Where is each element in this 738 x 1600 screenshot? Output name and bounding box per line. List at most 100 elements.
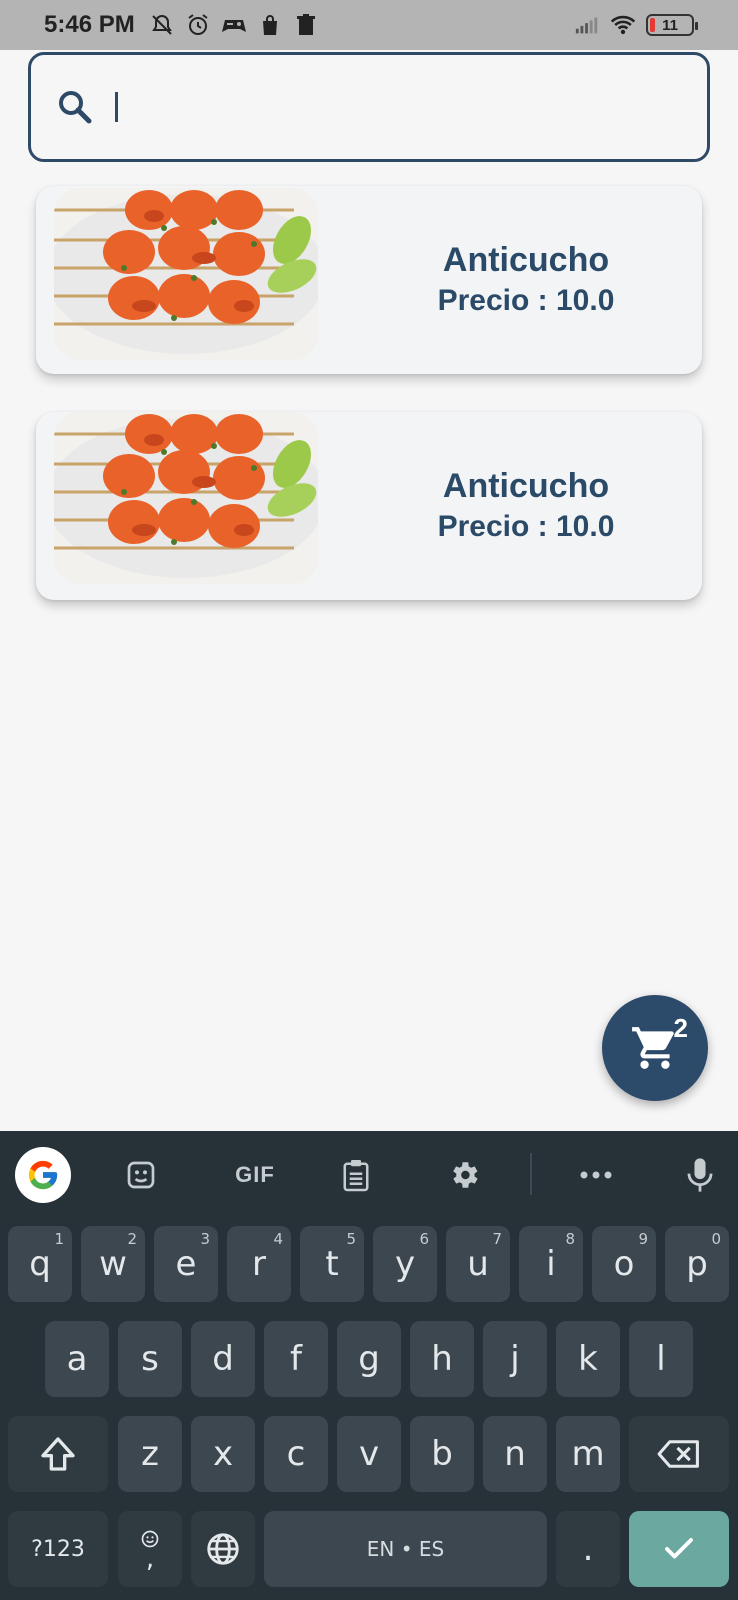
shift-icon	[41, 1437, 75, 1471]
microphone-icon[interactable]	[672, 1147, 728, 1203]
language-key[interactable]	[191, 1511, 255, 1587]
key-y[interactable]: y6	[373, 1226, 437, 1302]
key-r[interactable]: r4	[227, 1226, 291, 1302]
product-price: Precio : 10.0	[437, 284, 615, 317]
key-number-hint: 0	[711, 1230, 721, 1248]
symbols-key[interactable]: ?123	[8, 1511, 108, 1587]
toolbar-divider	[530, 1153, 532, 1195]
notification-icons	[149, 12, 319, 38]
clipboard-icon[interactable]	[328, 1147, 384, 1203]
key-n[interactable]: n	[483, 1416, 547, 1492]
backspace-key[interactable]	[629, 1416, 729, 1492]
key-label: e	[175, 1244, 197, 1284]
key-label: w	[99, 1244, 127, 1284]
key-number-hint: 7	[492, 1230, 502, 1248]
key-number-hint: 6	[419, 1230, 429, 1248]
cart-icon	[632, 1027, 674, 1069]
key-f[interactable]: f	[264, 1321, 328, 1397]
product-image	[54, 412, 318, 584]
product-info: Anticucho Precio : 10.0	[366, 239, 686, 321]
key-e[interactable]: e3	[154, 1226, 218, 1302]
key-w[interactable]: w2	[81, 1226, 145, 1302]
gif-label: GIF	[235, 1162, 275, 1187]
key-label: o	[613, 1244, 635, 1284]
settings-gear-icon[interactable]	[436, 1147, 492, 1203]
alarm-icon	[185, 12, 211, 38]
product-name: Anticucho	[442, 467, 610, 505]
key-g[interactable]: g	[337, 1321, 401, 1397]
key-label: t	[325, 1244, 339, 1284]
text-cursor	[115, 92, 118, 122]
battery-icon: 11	[646, 14, 698, 36]
trash-icon	[293, 12, 319, 38]
wifi-icon	[610, 12, 636, 38]
key-label: u	[467, 1244, 489, 1284]
key-x[interactable]: x	[191, 1416, 255, 1492]
key-label: r	[252, 1244, 266, 1284]
gif-button[interactable]: GIF	[220, 1147, 290, 1203]
space-bar[interactable]: EN • ES	[264, 1511, 547, 1587]
search-input[interactable]	[138, 87, 698, 127]
search-box[interactable]	[28, 52, 710, 162]
key-k[interactable]: k	[556, 1321, 620, 1397]
key-a[interactable]: a	[45, 1321, 109, 1397]
search-icon	[59, 91, 92, 124]
product-card[interactable]: Anticucho Precio : 10.0	[36, 186, 702, 374]
key-number-hint: 2	[127, 1230, 137, 1248]
key-o[interactable]: o9	[592, 1226, 656, 1302]
key-number-hint: 1	[54, 1230, 64, 1248]
cart-count-badge: 2	[673, 1013, 688, 1043]
shift-key[interactable]	[8, 1416, 108, 1492]
key-q[interactable]: q1	[8, 1226, 72, 1302]
globe-icon	[207, 1533, 239, 1565]
mute-icon	[149, 12, 175, 38]
key-s[interactable]: s	[118, 1321, 182, 1397]
key-number-hint: 4	[273, 1230, 283, 1248]
status-bar: 5:46 PM 11	[0, 0, 738, 50]
status-time: 5:46 PM	[44, 11, 135, 38]
game-icon	[221, 12, 247, 38]
key-number-hint: 5	[346, 1230, 356, 1248]
product-name: Anticucho	[442, 241, 610, 279]
emoji-comma-key[interactable]: ,	[118, 1511, 182, 1587]
cart-button[interactable]: 2	[602, 995, 708, 1101]
system-icons: 11	[574, 12, 698, 38]
soft-keyboard: GIF q1 w2 e3 r4 t5 y6 u7 i8 o9 p0 a s d …	[0, 1131, 738, 1600]
period-key[interactable]: .	[556, 1511, 620, 1587]
key-i[interactable]: i8	[519, 1226, 583, 1302]
product-price: Precio : 10.0	[437, 510, 615, 543]
key-p[interactable]: p0	[665, 1226, 729, 1302]
product-image	[54, 188, 318, 360]
key-d[interactable]: d	[191, 1321, 255, 1397]
product-card[interactable]: Anticucho Precio : 10.0	[36, 412, 702, 600]
keyboard-toolbar: GIF	[0, 1131, 738, 1213]
key-b[interactable]: b	[410, 1416, 474, 1492]
key-label: p	[686, 1244, 708, 1284]
key-c[interactable]: c	[264, 1416, 328, 1492]
backspace-icon	[657, 1440, 699, 1468]
key-number-hint: 8	[565, 1230, 575, 1248]
checkmark-icon	[665, 1538, 693, 1559]
battery-level: 11	[662, 16, 678, 34]
key-v[interactable]: v	[337, 1416, 401, 1492]
key-number-hint: 3	[200, 1230, 210, 1248]
sticker-icon[interactable]	[113, 1147, 169, 1203]
product-info: Anticucho Precio : 10.0	[366, 465, 686, 547]
key-label: q	[29, 1244, 51, 1284]
key-label: y	[394, 1244, 416, 1284]
key-label: i	[546, 1244, 556, 1284]
more-options-icon[interactable]	[568, 1147, 624, 1203]
key-l[interactable]: l	[629, 1321, 693, 1397]
key-m[interactable]: m	[556, 1416, 620, 1492]
key-j[interactable]: j	[483, 1321, 547, 1397]
key-h[interactable]: h	[410, 1321, 474, 1397]
signal-icon	[574, 12, 600, 38]
key-number-hint: 9	[638, 1230, 648, 1248]
key-t[interactable]: t5	[300, 1226, 364, 1302]
comma-label: ,	[145, 1544, 155, 1574]
google-icon[interactable]	[15, 1147, 71, 1203]
bag-icon	[257, 12, 283, 38]
enter-key[interactable]	[629, 1511, 729, 1587]
key-z[interactable]: z	[118, 1416, 182, 1492]
key-u[interactable]: u7	[446, 1226, 510, 1302]
